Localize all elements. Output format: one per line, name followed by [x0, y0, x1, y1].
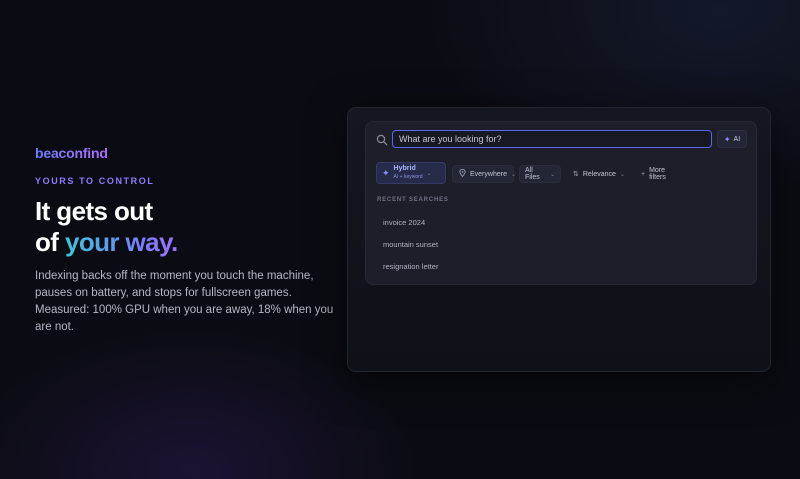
chevron-down-icon: ⌄	[510, 171, 516, 178]
more-filters-label: More filters	[649, 167, 666, 181]
sort-dropdown[interactable]: ⇅ Relevance ⌄	[566, 165, 625, 183]
search-panel: ✦ AI ✦ Hybrid AI + keyword ⌄ Everywhere …	[365, 121, 757, 285]
sparkle-icon: ✦	[723, 134, 731, 144]
recent-search-item[interactable]: resignation letter	[383, 262, 438, 271]
chevron-down-icon: ⌄	[426, 170, 432, 177]
more-filters-button[interactable]: + More filters	[634, 165, 684, 183]
sparkle-icon: ✦	[382, 167, 390, 178]
hero-headline: It gets out of your way.	[35, 196, 178, 258]
sort-label: Relevance	[582, 170, 616, 178]
file-type-filter-label: All Files	[525, 167, 540, 181]
search-mode-sublabel: AI + keyword	[393, 174, 423, 180]
hero-body: Indexing backs off the moment you touch …	[35, 270, 334, 333]
sort-icon: ⇅	[573, 171, 579, 178]
location-pin-icon	[459, 168, 466, 179]
chevron-down-icon: ⌄	[549, 171, 555, 178]
recent-search-item[interactable]: invoice 2024	[383, 218, 425, 227]
headline-line-1: It gets out	[35, 196, 153, 226]
headline-highlight: your way.	[64, 227, 178, 257]
section-eyebrow: YOURS TO CONTROL	[35, 176, 155, 186]
location-filter[interactable]: Everywhere ⌄	[452, 165, 516, 183]
chevron-down-icon: ⌄	[619, 171, 625, 178]
brand-logo: beaconfind	[35, 145, 108, 161]
search-mode-dropdown[interactable]: ✦ Hybrid AI + keyword ⌄	[376, 162, 446, 184]
recent-searches-heading: RECENT SEARCHES	[377, 197, 449, 203]
file-type-filter[interactable]: All Files ⌄	[519, 165, 561, 183]
plus-icon: +	[641, 170, 646, 178]
search-mode-label: Hybrid	[393, 165, 416, 172]
location-filter-label: Everywhere	[470, 170, 507, 178]
recent-search-item[interactable]: mountain sunset	[383, 240, 438, 249]
ai-button-label: AI	[733, 135, 741, 143]
headline-prefix: of	[35, 227, 65, 257]
search-icon	[376, 133, 388, 146]
search-input[interactable]	[392, 130, 712, 148]
ai-button[interactable]: ✦ AI	[717, 130, 747, 148]
